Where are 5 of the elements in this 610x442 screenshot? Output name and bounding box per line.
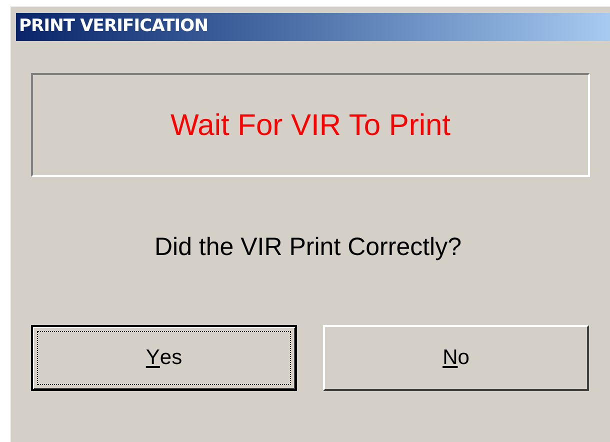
status-message: Wait For VIR To Print — [170, 108, 451, 144]
question-text: Did the VIR Print Correctly? — [154, 232, 462, 263]
dialog-button[interactable]: Yes — [31, 324, 297, 390]
window-title: PRINT VERIFICATION — [16, 13, 610, 41]
dialog-button[interactable]: No — [323, 324, 589, 390]
